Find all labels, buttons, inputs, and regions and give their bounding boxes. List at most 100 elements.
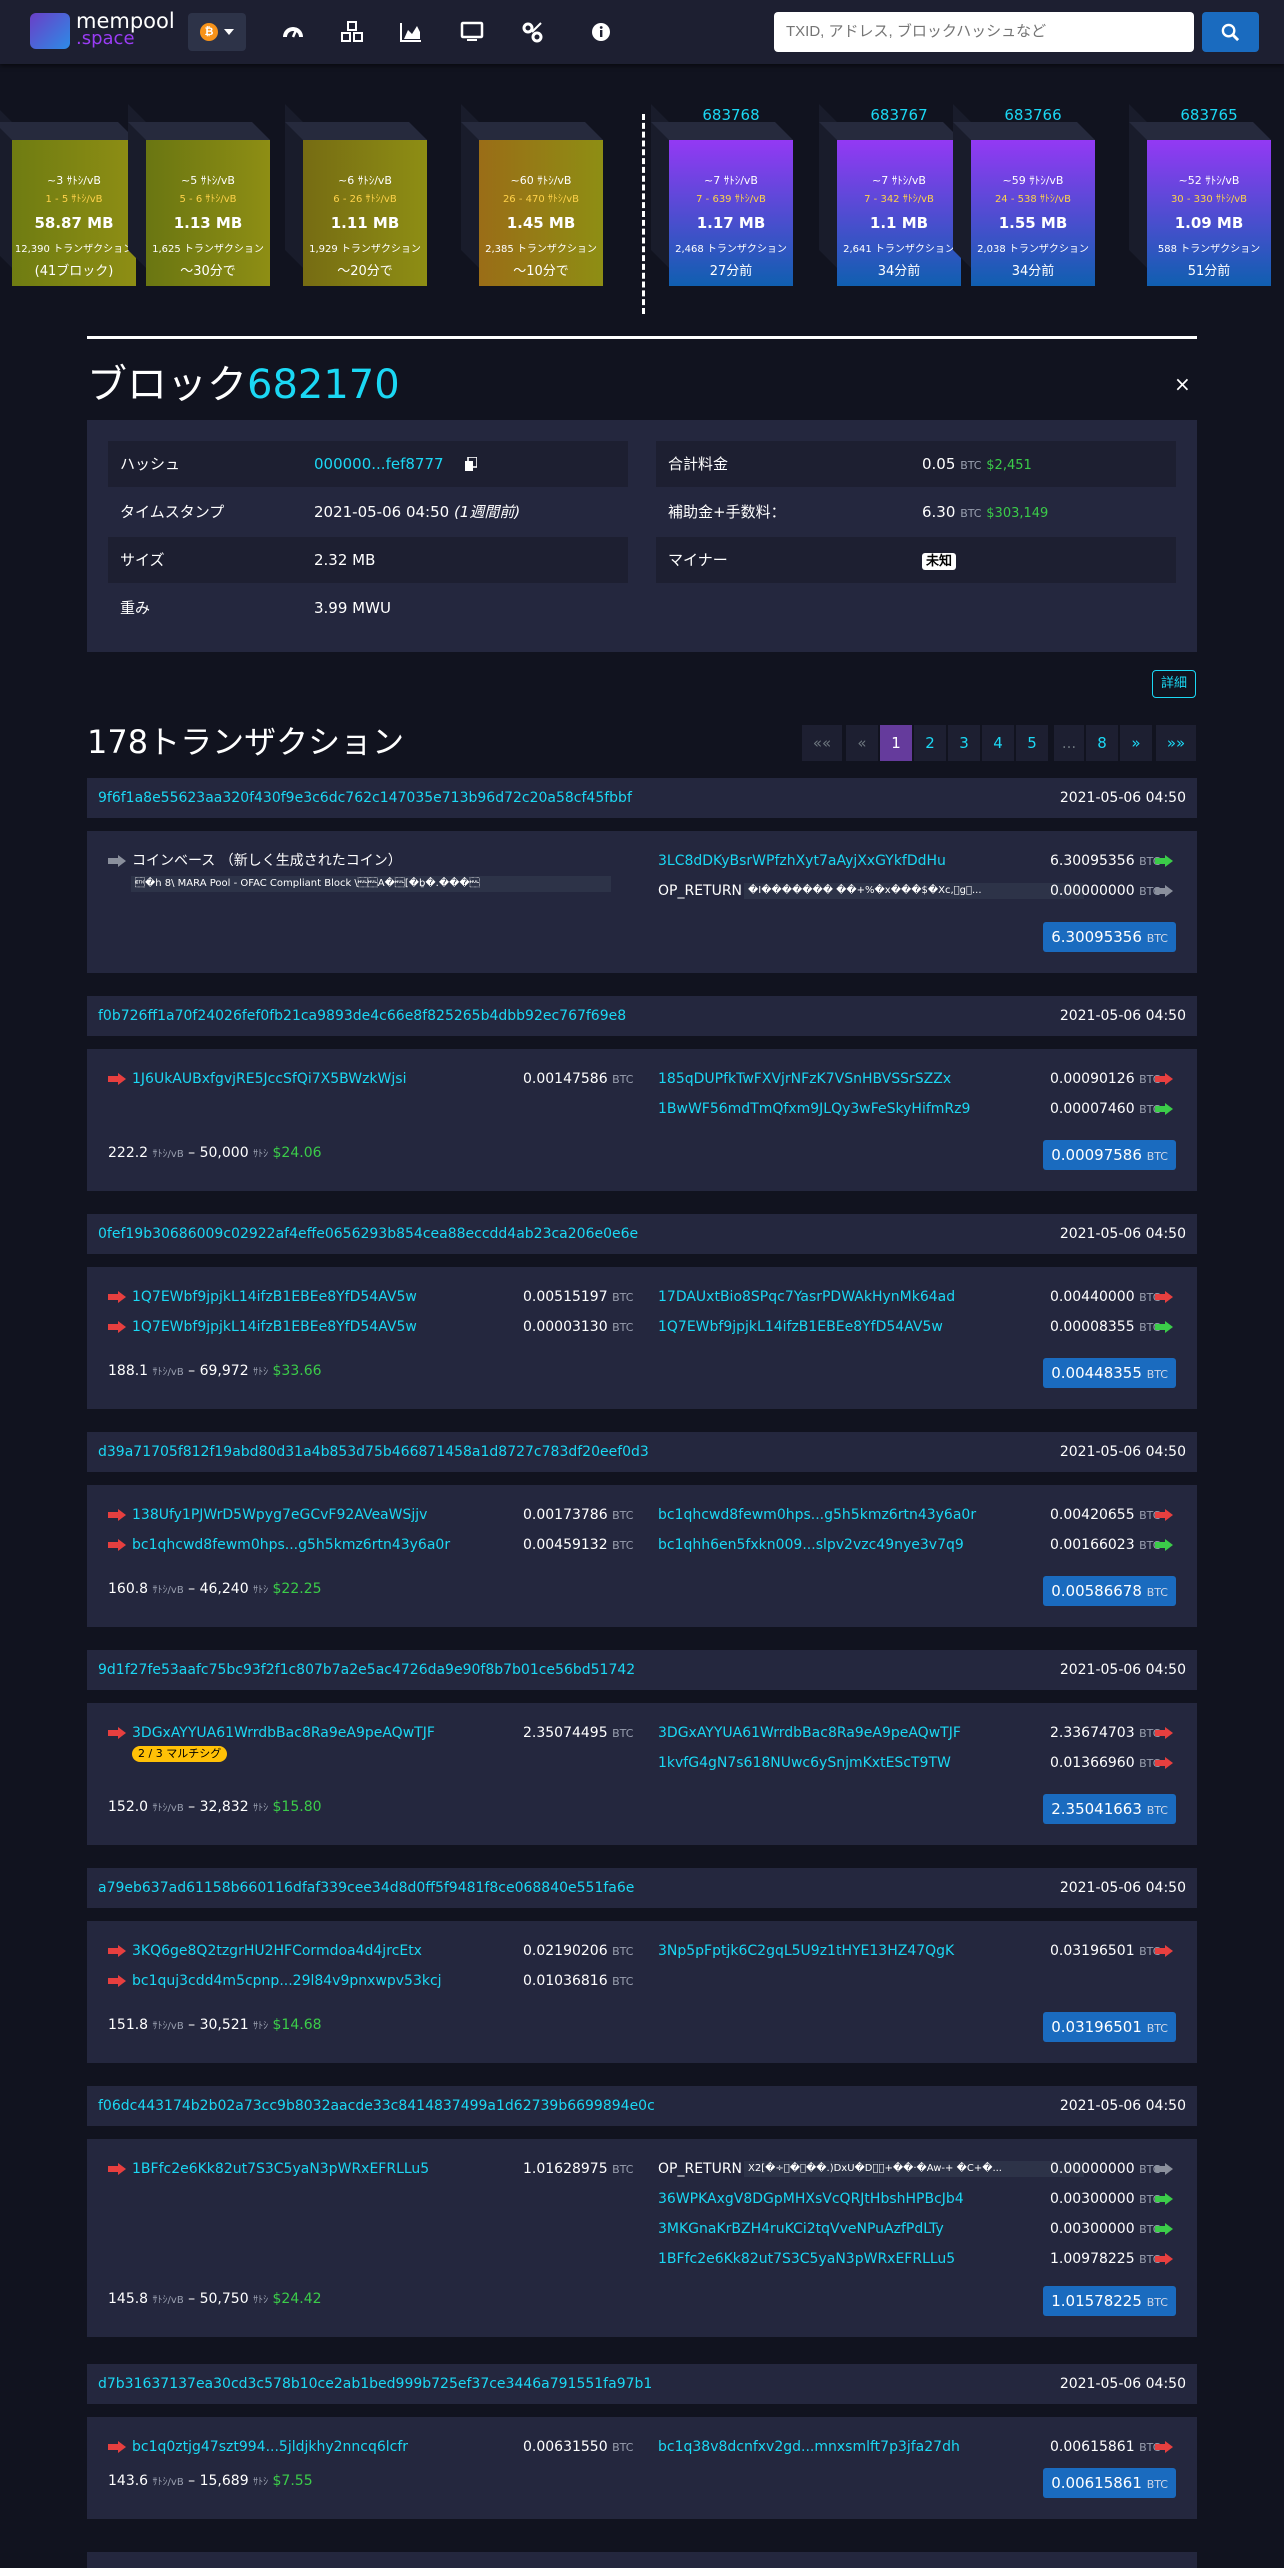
tv-icon[interactable]	[460, 20, 484, 44]
input-address-link[interactable]: 1Q7EWbf9jpjkL14ifzB1EBEe8YfD54AV5w	[132, 1318, 417, 1336]
arrow-right-icon[interactable]	[108, 1727, 126, 1739]
arrow-right-icon[interactable]	[108, 1321, 126, 1333]
page-link[interactable]: ««	[802, 725, 842, 761]
chain-block[interactable]: ~7 ｻﾄｼ/vB 7 - 342 ｻﾄｼ/vB 1.1 MB 2,641 トランザク…	[819, 104, 961, 286]
output-address-link[interactable]: 1BwWF56mdTmQfxm9JLQy3wFeSkyHifmRz9	[658, 1100, 970, 1118]
search-button[interactable]	[1202, 12, 1259, 52]
arrow-right-icon[interactable]	[1155, 2193, 1173, 2205]
txid-link[interactable]: a79eb637ad61158b660116dfaf339cee34d8d0ff…	[98, 1868, 634, 1908]
arrow-right-icon[interactable]	[1155, 1945, 1173, 1957]
txid-link[interactable]: d7b31637137ea30cd3c578b10ce2ab1bed999b72…	[98, 2364, 652, 2404]
page-link[interactable]: 3	[948, 725, 980, 761]
page-link[interactable]: 2	[914, 725, 946, 761]
output-address-link[interactable]: 1kvfG4gN7s618NUwc6ySnjmKxtEScT9TW	[658, 1754, 951, 1772]
arrow-right-icon[interactable]	[1155, 1291, 1173, 1303]
arrow-right-icon[interactable]	[108, 1539, 126, 1551]
output-address-link[interactable]: 3Np5pFptjk6C2gqL5U9z1tHYE13HZ47QgK	[658, 1942, 954, 1960]
details-button[interactable]: 詳細	[1152, 670, 1196, 698]
input-address-link[interactable]: 1Q7EWbf9jpjkL14ifzB1EBEe8YfD54AV5w	[132, 1288, 417, 1306]
txid-link[interactable]: 9f6f1a8e55623aa320f430f9e3c6dc762c147035…	[98, 778, 632, 818]
mempool-logo-icon[interactable]	[30, 13, 70, 49]
network-selector[interactable]: ₿	[188, 13, 246, 51]
output-address-link[interactable]: 3MKGnaKrBZH4ruKCi2tqVveNPuAzfPdLTy	[658, 2220, 944, 2238]
arrow-right-icon[interactable]	[1155, 1509, 1173, 1521]
txid-link[interactable]: f0b726ff1a70f24026fef0fb21ca9893de4c66e8…	[98, 996, 626, 1036]
mempool-block[interactable]: ~5 ｻﾄｼ/vB 5 - 6 ｻﾄｼ/vB 1.13 MB 1,625 トランザクシ…	[128, 104, 270, 286]
output-address-link[interactable]: 185qDUPfkTwFXVjrNFzK7VSnHBVSSrSZZx	[658, 1070, 951, 1088]
arrow-right-icon[interactable]	[108, 2163, 126, 2175]
txid-link[interactable]: d39a71705f812f19abd80d31a4b853d75b466871…	[98, 1432, 649, 1472]
total-amount-button[interactable]: 0.00586678 BTC	[1043, 1576, 1176, 1606]
total-amount-button[interactable]: 0.03196501 BTC	[1043, 2012, 1176, 2042]
total-amount-button[interactable]: 6.30095356 BTC	[1043, 922, 1176, 952]
arrow-right-icon[interactable]	[1155, 885, 1173, 897]
input-address-link[interactable]: 3DGxAYYUA61WrrdbBac8Ra9eA9peAQwTJF	[132, 1724, 435, 1742]
arrow-right-icon[interactable]	[1155, 1073, 1173, 1085]
arrow-right-icon[interactable]	[108, 1073, 126, 1085]
output-address-link[interactable]: 3LC8dDKyBsrWPfzhXyt7aAyjXxGYkfDdHu	[658, 852, 946, 870]
arrow-right-icon[interactable]	[1155, 1539, 1173, 1551]
total-amount-button[interactable]: 1.01578225 BTC	[1043, 2286, 1176, 2316]
arrow-right-icon[interactable]	[1155, 1321, 1173, 1333]
arrow-right-icon[interactable]	[1155, 1727, 1173, 1739]
arrow-right-icon[interactable]	[108, 1945, 126, 1957]
dashboard-icon[interactable]	[281, 20, 305, 44]
input-address-link[interactable]: bc1q0ztjg47szt994...5jldjkhy2nncq6lcfr	[132, 2438, 408, 2456]
total-amount-button[interactable]: 0.00615861 BTC	[1043, 2468, 1176, 2498]
arrow-right-icon[interactable]	[108, 2441, 126, 2453]
output-address-link[interactable]: 3DGxAYYUA61WrrdbBac8Ra9eA9peAQwTJF	[658, 1724, 961, 1742]
total-amount-button[interactable]: 2.35041663 BTC	[1043, 1794, 1176, 1824]
input-address-link[interactable]: 1J6UkAUBxfgvjRE5JccSfQi7X5BWzkWjsi	[132, 1070, 406, 1088]
input-address-link[interactable]: 3KQ6ge8Q2tzgrHU2HFCormdoa4d4jrcEtx	[132, 1942, 422, 1960]
page-link[interactable]: 8	[1086, 725, 1118, 761]
close-icon[interactable]: ×	[1174, 372, 1191, 396]
total-amount-button[interactable]: 0.00448355 BTC	[1043, 1358, 1176, 1388]
arrow-right-icon[interactable]	[1155, 1103, 1173, 1115]
page-link[interactable]: »»	[1156, 725, 1196, 761]
cubes-icon[interactable]	[340, 20, 364, 44]
mempool-block[interactable]: ~3 ｻﾄｼ/vB 1 - 5 ｻﾄｼ/vB 58.87 MB 12,390 トランザ…	[0, 104, 136, 286]
chain-block[interactable]: ~52 ｻﾄｼ/vB 30 - 330 ｻﾄｼ/vB 1.09 MB 588 トランザ…	[1129, 104, 1271, 286]
info-icon[interactable]	[589, 20, 613, 44]
arrow-right-icon[interactable]	[1155, 2223, 1173, 2235]
input-address-link[interactable]: 1BFfc2e6Kk82ut7S3C5yaN3pWRxEFRLLu5	[132, 2160, 429, 2178]
arrow-right-icon[interactable]	[1155, 855, 1173, 867]
arrow-right-icon[interactable]	[108, 855, 126, 867]
tools-icon[interactable]	[520, 20, 544, 44]
total-amount-button[interactable]: 0.00097586 BTC	[1043, 1140, 1176, 1170]
mempool-block[interactable]: ~60 ｻﾄｼ/vB 26 - 470 ｻﾄｼ/vB 1.45 MB 2,385 トラ…	[461, 104, 603, 286]
chain-block[interactable]: ~59 ｻﾄｼ/vB 24 - 538 ｻﾄｼ/vB 1.55 MB 2,038 トラ…	[953, 104, 1095, 286]
output-address-link[interactable]: 1BFfc2e6Kk82ut7S3C5yaN3pWRxEFRLLu5	[658, 2250, 955, 2268]
txid-link[interactable]: 0fef19b30686009c02922af4effe0656293b854c…	[98, 1214, 638, 1254]
arrow-right-icon[interactable]	[108, 1975, 126, 1987]
arrow-right-icon[interactable]	[1155, 1757, 1173, 1769]
txid-link[interactable]: 9d1f27fe53aafc75bc93f2f1c807b7a2e5ac4726…	[98, 1650, 635, 1690]
page-link[interactable]: »	[1120, 725, 1152, 761]
output-address-link[interactable]: bc1qhcwd8fewm0hps...g5h5kmz6rtn43y6a0r	[658, 1506, 976, 1524]
block-hash-link[interactable]: 000000...fef8777	[314, 441, 444, 487]
output-address-link[interactable]: 1Q7EWbf9jpjkL14ifzB1EBEe8YfD54AV5w	[658, 1318, 943, 1336]
mempool-block[interactable]: ~6 ｻﾄｼ/vB 6 - 26 ｻﾄｼ/vB 1.11 MB 1,929 トランザク…	[285, 104, 427, 286]
arrow-right-icon[interactable]	[1155, 2441, 1173, 2453]
area-chart-icon[interactable]	[399, 20, 423, 44]
output-address-link[interactable]: 36WPKAxgV8DGpMHXsVcQRJtHbshHPBcJb4	[658, 2190, 964, 2208]
input-address-link[interactable]: bc1qhcwd8fewm0hps...g5h5kmz6rtn43y6a0r	[132, 1536, 450, 1554]
output-address-link[interactable]: bc1qhh6en5fxkn009...slpv2vzc49nye3v7q9	[658, 1536, 964, 1554]
page-link[interactable]: 5	[1016, 725, 1048, 761]
arrow-right-icon[interactable]	[108, 1291, 126, 1303]
txid-link[interactable]: f06dc443174b2b02a73cc9b8032aacde33c84148…	[98, 2086, 655, 2126]
logo-text-space[interactable]: .space	[76, 29, 135, 49]
page-link[interactable]: 4	[982, 725, 1014, 761]
page-current[interactable]: 1	[880, 725, 912, 761]
page-link[interactable]: ...	[1054, 725, 1084, 761]
chain-block[interactable]: ~7 ｻﾄｼ/vB 7 - 639 ｻﾄｼ/vB 1.17 MB 2,468 トランザ…	[651, 104, 793, 286]
arrow-right-icon[interactable]	[1155, 2253, 1173, 2265]
page-link[interactable]: «	[846, 725, 878, 761]
input-address-link[interactable]: bc1quj3cdd4m5cpnp...29l84v9pnxwpv53kcj	[132, 1972, 442, 1990]
copy-icon[interactable]	[465, 457, 477, 471]
search-input[interactable]	[774, 12, 1194, 52]
output-address-link[interactable]: 17DAUxtBio8SPqc7YasrPDWAkHynMk64ad	[658, 1288, 955, 1306]
arrow-right-icon[interactable]	[108, 1509, 126, 1521]
arrow-right-icon[interactable]	[1155, 2163, 1173, 2175]
output-address-link[interactable]: bc1q38v8dcnfxv2gd...mnxsmlft7p3jfa27dh	[658, 2438, 960, 2456]
